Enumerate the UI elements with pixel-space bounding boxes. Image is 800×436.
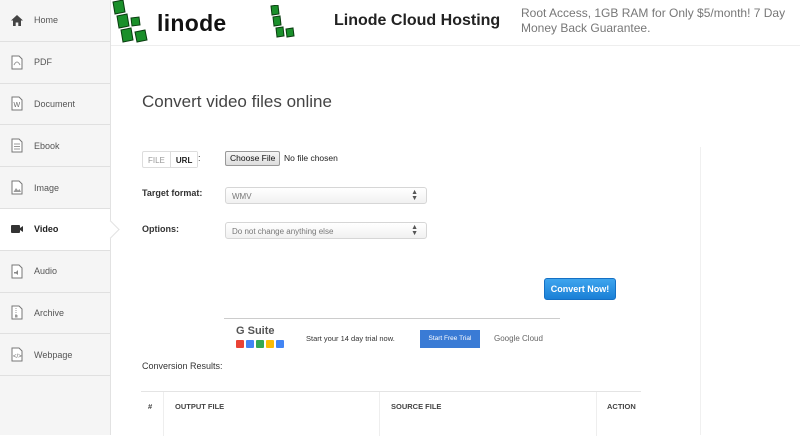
- ad-banner[interactable]: linode Linode Cloud Hosting Root Access,…: [111, 0, 800, 46]
- video-icon: [10, 221, 24, 237]
- gsuite-brand: G Suite: [236, 325, 275, 337]
- options-label: Options:: [142, 224, 179, 234]
- column-header-source-file: SOURCE FILE: [391, 402, 442, 411]
- gsuite-ad-text: Start your 14 day trial now.: [306, 334, 395, 343]
- file-status: No file chosen: [284, 153, 338, 163]
- pdf-icon: [10, 54, 24, 70]
- select-arrows-icon: ▲ ▼: [411, 224, 418, 237]
- sidebar-item-webpage[interactable]: </> Webpage: [0, 334, 110, 377]
- sidebar-item-document[interactable]: W Document: [0, 84, 110, 126]
- sidebar-item-label: Archive: [34, 307, 65, 318]
- image-icon: [10, 180, 24, 196]
- results-table: # OUTPUT FILE SOURCE FILE ACTION: [141, 391, 641, 436]
- convert-now-button[interactable]: Convert Now!: [544, 278, 616, 300]
- page-title: Convert video files online: [142, 92, 332, 111]
- column-header-index: #: [148, 402, 153, 411]
- svg-text:</>: </>: [13, 354, 22, 360]
- target-format-select[interactable]: WMV ▲ ▼: [225, 187, 427, 204]
- source-colon: :: [198, 153, 201, 163]
- ad-title: Linode Cloud Hosting: [334, 12, 501, 29]
- target-format-label: Target format:: [142, 188, 203, 198]
- sidebar-item-pdf[interactable]: PDF: [0, 42, 110, 84]
- gsuite-ad[interactable]: G Suite Start your 14 day trial now. Sta…: [224, 318, 560, 358]
- sidebar-item-ebook[interactable]: Ebook: [0, 125, 110, 168]
- audio-icon: [10, 263, 24, 279]
- sidebar-item-label: Home: [34, 15, 59, 26]
- google-cloud-logo: Google Cloud: [494, 334, 543, 343]
- sidebar-nav: Home PDF W Document Ebook Image Video Au…: [0, 0, 111, 435]
- webpage-icon: </>: [10, 347, 24, 363]
- ad-description: Root Access, 1GB RAM for Only $5/month! …: [521, 6, 786, 35]
- sidebar-item-label: Image: [34, 182, 60, 193]
- tab-url[interactable]: URL: [169, 152, 198, 167]
- options-select[interactable]: Do not change anything else ▲ ▼: [225, 222, 427, 239]
- start-free-trial-button[interactable]: Start Free Trial: [420, 330, 480, 348]
- sidebar-item-label: PDF: [34, 57, 52, 68]
- sidebar-item-label: Document: [34, 98, 76, 109]
- sidebar-item-home[interactable]: Home: [0, 0, 110, 42]
- sidebar-item-audio[interactable]: Audio: [0, 251, 110, 293]
- ebook-icon: [10, 138, 24, 154]
- column-divider: [379, 392, 380, 436]
- options-value: Do not change anything else: [232, 227, 334, 236]
- column-divider: [596, 392, 597, 436]
- sidebar-item-label: Ebook: [34, 140, 60, 151]
- sidebar-item-archive[interactable]: Archive: [0, 293, 110, 335]
- column-header-action: ACTION: [607, 402, 636, 411]
- sidebar-item-label: Audio: [34, 266, 58, 277]
- linode-logo-icon: [112, 0, 148, 43]
- linode-brand-text: linode: [157, 9, 227, 36]
- source-toggle: FILE URL: [142, 151, 199, 168]
- sidebar-item-image[interactable]: Image: [0, 167, 110, 209]
- linode-brand[interactable]: linode: [111, 0, 227, 46]
- gsuite-apps-icon: [236, 340, 284, 348]
- target-format-value: WMV: [232, 192, 252, 201]
- choose-file-button[interactable]: Choose File: [225, 151, 281, 166]
- conversion-results-label: Conversion Results:: [142, 361, 223, 371]
- document-icon: W: [10, 96, 24, 112]
- sidebar-item-label: Webpage: [34, 349, 73, 360]
- tab-file[interactable]: FILE: [143, 152, 170, 167]
- sidebar-item-video[interactable]: Video: [0, 208, 110, 251]
- archive-icon: [10, 305, 24, 321]
- column-header-output-file: OUTPUT FILE: [175, 402, 225, 411]
- converter-main: Convert video files online FILE URL : Ch…: [111, 47, 800, 436]
- column-divider: [163, 392, 164, 436]
- select-arrows-icon: ▲ ▼: [411, 189, 418, 202]
- home-icon: [10, 12, 24, 28]
- linode-small-logo-icon: [270, 5, 295, 38]
- svg-text:W: W: [14, 102, 21, 109]
- sidebar-item-label: Video: [34, 224, 59, 235]
